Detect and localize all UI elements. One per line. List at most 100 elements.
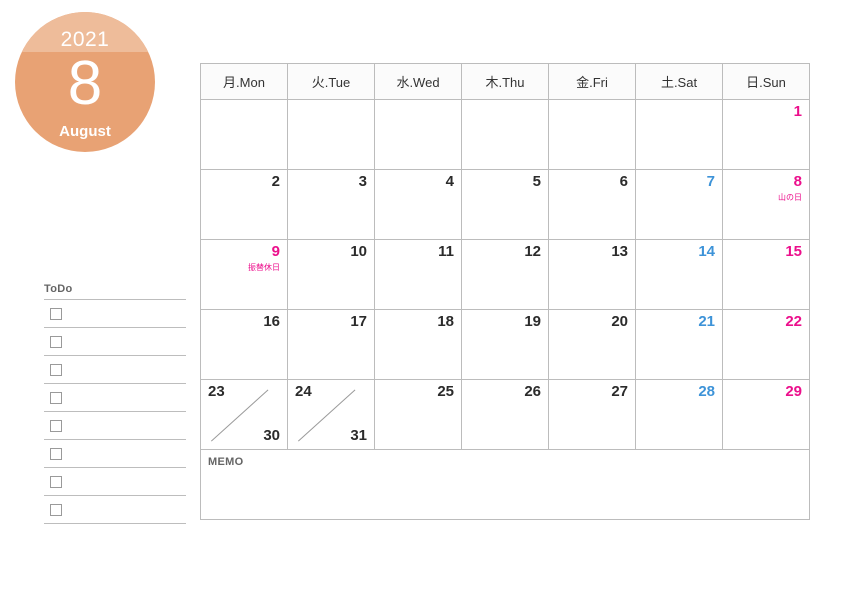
checkbox-icon[interactable] (50, 503, 62, 516)
calendar-day-cell[interactable]: 12 (461, 239, 549, 310)
calendar-day-cell[interactable]: 20 (548, 309, 636, 380)
calendar-day-cell[interactable]: 19 (461, 309, 549, 380)
todo-panel: ToDo (44, 283, 186, 524)
calendar-day-number: 25 (437, 383, 454, 400)
calendar-day-cell[interactable]: 29 (722, 379, 810, 450)
calendar-day-number: 17 (350, 313, 367, 330)
calendar-day-cell[interactable]: 22 (722, 309, 810, 380)
calendar-header-5: 金.Fri (548, 63, 636, 100)
todo-item[interactable] (44, 384, 186, 411)
calendar-header-4: 木.Thu (461, 63, 549, 100)
calendar-day-cell[interactable]: 17 (287, 309, 375, 380)
checkbox-icon[interactable] (50, 447, 62, 460)
todo-item[interactable] (44, 496, 186, 523)
calendar-day-number: 23 (208, 383, 225, 400)
calendar-day-cell[interactable]: 27 (548, 379, 636, 450)
calendar-day-cell[interactable]: 8 山の日 (722, 169, 810, 240)
calendar-day-number: 21 (698, 313, 715, 330)
calendar-day-number: 27 (611, 383, 628, 400)
calendar-day-number: 22 (785, 313, 802, 330)
checkbox-icon[interactable] (50, 335, 62, 348)
calendar-day-number: 5 (532, 173, 541, 190)
calendar-day-number: 20 (611, 313, 628, 330)
calendar-day-cell[interactable]: 11 (374, 239, 462, 310)
calendar-day-number: 2 (271, 173, 280, 190)
memo-label: MEMO (208, 456, 244, 468)
calendar-empty-cell (635, 99, 723, 170)
holiday-label: 山の日 (778, 193, 802, 202)
calendar-week-row: 23 30 24 31 25 26 27 28 29 (200, 379, 810, 450)
calendar-empty-cell (461, 99, 549, 170)
calendar-day-cell[interactable]: 1 (722, 99, 810, 170)
todo-item[interactable] (44, 412, 186, 439)
checkbox-icon[interactable] (50, 475, 62, 488)
calendar-day-number: 12 (524, 243, 541, 260)
calendar-day-number: 28 (698, 383, 715, 400)
calendar-day-cell[interactable]: 6 (548, 169, 636, 240)
todo-item[interactable] (44, 440, 186, 467)
calendar-day-number: 9 (271, 243, 280, 260)
calendar-header-6: 土.Sat (635, 63, 723, 100)
calendar-week-row: 2 3 4 5 6 7 8 山の日 (200, 169, 810, 240)
calendar-day-cell[interactable]: 9 振替休日 (200, 239, 288, 310)
calendar-day-cell[interactable]: 26 (461, 379, 549, 450)
calendar-day-number: 15 (785, 243, 802, 260)
badge-month-number: 8 (67, 49, 103, 118)
checkbox-icon[interactable] (50, 363, 62, 376)
calendar-day-number: 11 (438, 243, 454, 260)
todo-rule (44, 523, 186, 524)
calendar-day-number: 14 (698, 243, 715, 260)
calendar-day-number: 4 (445, 173, 454, 190)
calendar-day-cell[interactable]: 4 (374, 169, 462, 240)
checkbox-icon[interactable] (50, 307, 62, 320)
checkbox-icon[interactable] (50, 419, 62, 432)
badge-year: 2021 (60, 28, 110, 51)
calendar-day-number: 29 (785, 383, 802, 400)
calendar-day-cell[interactable]: 2 (200, 169, 288, 240)
calendar-day-number: 7 (706, 173, 715, 190)
calendar-day-cell[interactable]: 10 (287, 239, 375, 310)
calendar-day-number-secondary: 31 (350, 427, 367, 444)
calendar-day-cell[interactable]: 28 (635, 379, 723, 450)
calendar-day-number: 19 (524, 313, 541, 330)
memo-cell[interactable]: MEMO (200, 449, 810, 520)
calendar-week-row: 16 17 18 19 20 21 22 (200, 309, 810, 380)
calendar-day-cell[interactable]: 5 (461, 169, 549, 240)
calendar-empty-cell (200, 99, 288, 170)
checkbox-icon[interactable] (50, 391, 62, 404)
todo-item[interactable] (44, 468, 186, 495)
calendar-day-number: 24 (295, 383, 312, 400)
calendar-day-number: 10 (350, 243, 367, 260)
todo-item[interactable] (44, 300, 186, 327)
calendar-day-cell[interactable]: 23 30 (200, 379, 288, 450)
calendar-header-7: 日.Sun (722, 63, 810, 100)
calendar-day-number: 8 (793, 173, 802, 190)
todo-item[interactable] (44, 356, 186, 383)
calendar-day-cell[interactable]: 15 (722, 239, 810, 310)
calendar-day-cell[interactable]: 13 (548, 239, 636, 310)
calendar-header-2: 火.Tue (287, 63, 375, 100)
holiday-label: 振替休日 (248, 263, 280, 272)
calendar-day-cell[interactable]: 18 (374, 309, 462, 380)
calendar-day-cell[interactable]: 21 (635, 309, 723, 380)
calendar-day-cell[interactable]: 14 (635, 239, 723, 310)
calendar-header-row: 月.Mon 火.Tue 水.Wed 木.Thu 金.Fri 土.Sat 日.Sun (200, 63, 810, 100)
calendar-week-row: 1 (200, 99, 810, 170)
calendar-day-cell[interactable]: 24 31 (287, 379, 375, 450)
calendar-day-number: 18 (437, 313, 454, 330)
calendar-day-cell[interactable]: 7 (635, 169, 723, 240)
calendar-day-cell[interactable]: 25 (374, 379, 462, 450)
calendar-day-number-secondary: 30 (263, 427, 280, 444)
calendar-table: 月.Mon 火.Tue 水.Wed 木.Thu 金.Fri 土.Sat 日.Sun 1234… (200, 63, 810, 520)
todo-item[interactable] (44, 328, 186, 355)
calendar-header-3: 水.Wed (374, 63, 462, 100)
calendar-day-cell[interactable]: 3 (287, 169, 375, 240)
memo-row: MEMO (200, 449, 810, 520)
badge-content: 2021 8 August (15, 12, 155, 152)
calendar-empty-cell (374, 99, 462, 170)
calendar-day-cell[interactable]: 16 (200, 309, 288, 380)
todo-title: ToDo (44, 283, 73, 295)
calendar-day-number: 3 (358, 173, 367, 190)
calendar-day-number: 13 (611, 243, 628, 260)
badge-month-name: August (59, 123, 111, 140)
